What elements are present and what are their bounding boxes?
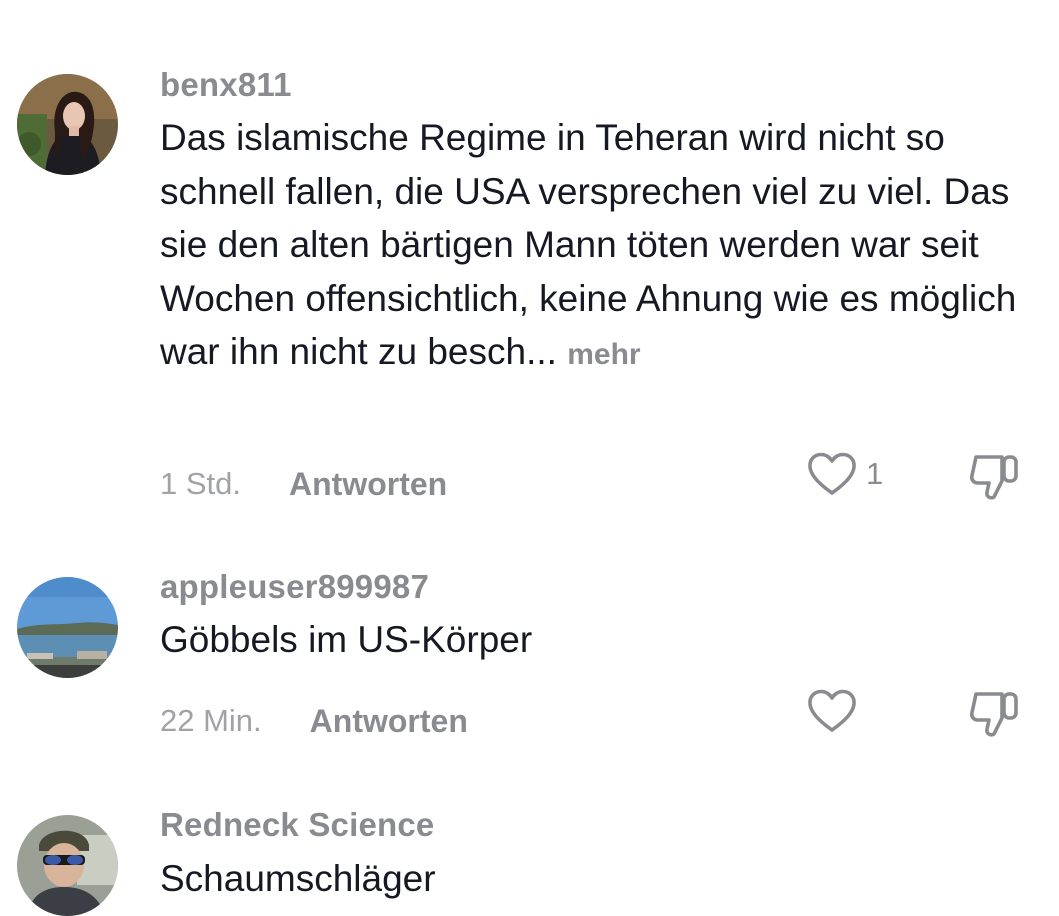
comment-text-body: Das islamische Regime in Teheran wird ni… xyxy=(160,117,1017,372)
like-count: 1 xyxy=(866,456,884,491)
comment-username[interactable]: benx811 xyxy=(160,66,292,104)
thumbs-down-icon xyxy=(968,688,1022,740)
comment-meta: 1 Std. Antworten xyxy=(160,462,447,506)
comment-username[interactable]: appleuser899987 xyxy=(160,568,429,606)
like-button[interactable] xyxy=(806,688,858,734)
comment-timestamp: 1 Std. xyxy=(160,466,241,501)
avatar[interactable] xyxy=(17,577,118,678)
more-link[interactable]: mehr xyxy=(567,338,640,371)
thumbs-down-icon xyxy=(968,451,1022,503)
heart-outline-icon xyxy=(806,451,858,497)
comment-username[interactable]: Redneck Science xyxy=(160,806,434,844)
heart-outline-icon xyxy=(806,688,858,734)
like-button[interactable]: 1 xyxy=(806,451,883,497)
comment-text: Das islamische Regime in Teheran wird ni… xyxy=(160,111,1030,382)
reply-button[interactable]: Antworten xyxy=(310,703,468,740)
comment-text: Göbbels im US-Körper xyxy=(160,619,533,660)
comment-text: Schaumschläger xyxy=(160,858,436,899)
avatar[interactable] xyxy=(17,815,118,916)
dislike-button[interactable] xyxy=(968,451,1022,503)
comment-meta: 22 Min. Antworten xyxy=(160,699,468,743)
dislike-button[interactable] xyxy=(968,688,1022,740)
avatar[interactable] xyxy=(17,74,118,175)
reply-button[interactable]: Antworten xyxy=(289,466,447,503)
comment-timestamp: 22 Min. xyxy=(160,703,262,738)
